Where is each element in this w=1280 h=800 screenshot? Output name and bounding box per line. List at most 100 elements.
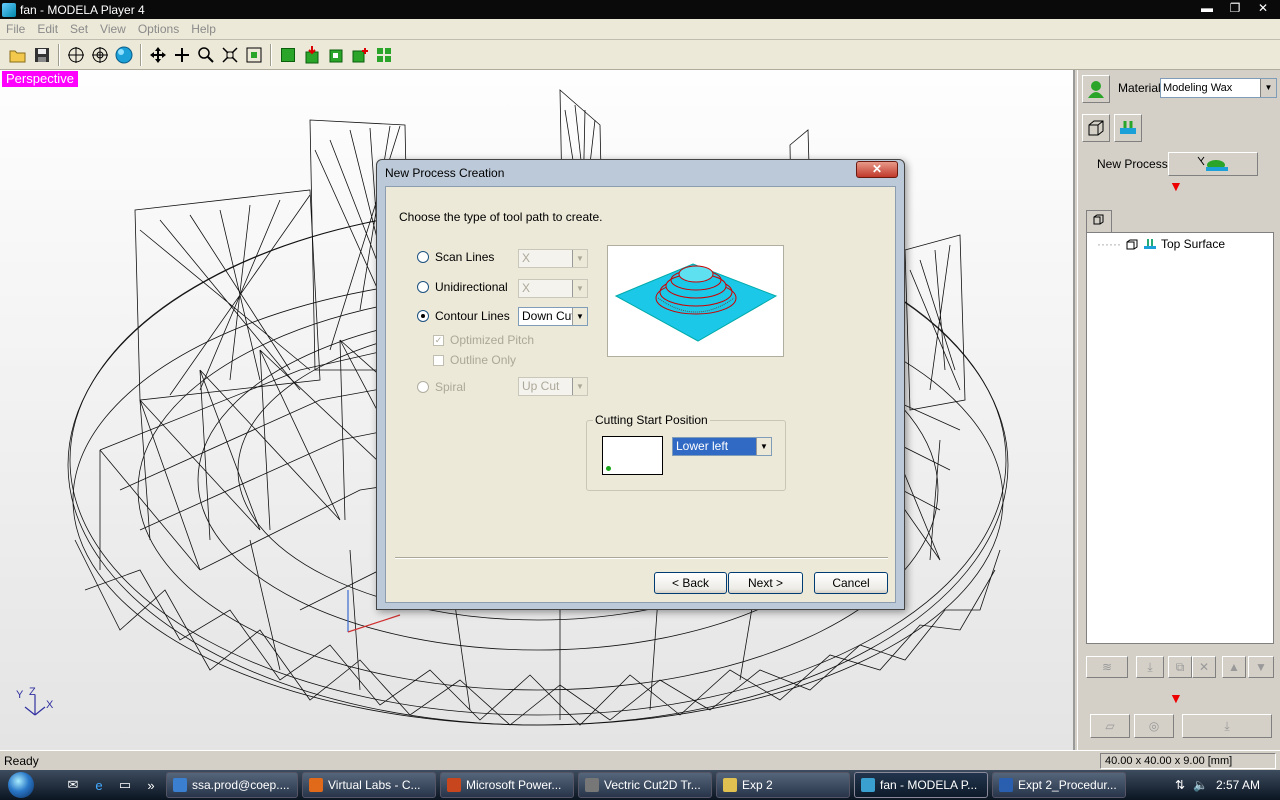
next-button[interactable]: Next > — [728, 572, 803, 594]
user-button[interactable] — [1082, 75, 1110, 103]
menu-help[interactable]: Help — [185, 22, 222, 36]
task-5[interactable]: Exp 2 — [716, 772, 850, 798]
box-small-icon — [1126, 239, 1138, 250]
zoom-fit-icon[interactable] — [219, 44, 241, 66]
task-4[interactable]: Vectric Cut2D Tr... — [578, 772, 712, 798]
cube-down-icon[interactable] — [301, 44, 323, 66]
perspective-label: Perspective — [2, 71, 78, 87]
dialog-title: New Process Creation — [385, 166, 505, 180]
contour-cut-direction-select[interactable]: Down Cut ▼ — [518, 307, 588, 326]
delete-button[interactable]: ✕ — [1192, 656, 1216, 678]
copy-button[interactable]: ⧉ — [1168, 656, 1192, 678]
status-bar: Ready 40.00 x 40.00 x 9.00 [mm] — [0, 750, 1280, 770]
ie-icon[interactable]: e — [88, 774, 110, 796]
chevron-right-icon[interactable]: » — [140, 774, 162, 796]
menu-view[interactable]: View — [94, 22, 132, 36]
minimize-button[interactable]: ▬ — [1194, 1, 1220, 17]
mail-icon[interactable]: ✉ — [62, 774, 84, 796]
toolbar — [0, 40, 1280, 70]
open-folder-icon[interactable] — [7, 44, 29, 66]
surface-icon — [1143, 239, 1156, 249]
powerpoint-icon — [447, 778, 461, 792]
close-button[interactable]: ✕ — [1250, 1, 1276, 17]
box-icon — [1088, 120, 1104, 136]
axis-z-label: Z — [29, 686, 36, 698]
menu-options[interactable]: Options — [132, 22, 185, 36]
tree-item-top-surface[interactable]: ······ Top Surface — [1097, 237, 1225, 251]
cube-add-icon[interactable] — [349, 44, 371, 66]
cube-icon[interactable] — [277, 44, 299, 66]
unidirectional-label: Unidirectional — [435, 280, 508, 294]
unidirectional-direction-select[interactable]: X ▼ — [518, 279, 588, 298]
mill-tool-icon — [1197, 156, 1228, 171]
menu-set[interactable]: Set — [64, 22, 94, 36]
system-tray: ⇅ 🔈 2:57 AM — [1150, 770, 1280, 800]
unidirectional-radio[interactable]: Unidirectional — [417, 280, 508, 294]
move-icon[interactable] — [147, 44, 169, 66]
box-small-icon — [1093, 214, 1104, 225]
contour-lines-radio[interactable]: Contour Lines — [417, 309, 510, 323]
pan-icon[interactable] — [171, 44, 193, 66]
move-up-button[interactable]: ▲ — [1222, 656, 1246, 678]
dimensions-readout: 40.00 x 40.00 x 9.00 [mm] — [1100, 753, 1276, 769]
cancel-button[interactable]: Cancel — [814, 572, 888, 594]
task-7[interactable]: Expt 2_Procedur... — [992, 772, 1126, 798]
toolbar-separator — [270, 43, 272, 66]
back-button[interactable]: < Back — [654, 572, 727, 594]
import-button[interactable]: ⤓ — [1136, 656, 1164, 678]
menu-edit[interactable]: Edit — [31, 22, 64, 36]
task-3[interactable]: Microsoft Power... — [440, 772, 574, 798]
network-icon[interactable]: ⇅ — [1175, 778, 1185, 792]
cutting-start-legend: Cutting Start Position — [593, 413, 710, 427]
optimized-pitch-label: Optimized Pitch — [450, 333, 535, 347]
checkmark-icon: ✓ — [433, 334, 444, 346]
model-view-button[interactable] — [1082, 114, 1110, 142]
grid-icon[interactable] — [373, 44, 395, 66]
target-icon[interactable] — [89, 44, 111, 66]
dialog-body: Choose the type of tool path to create. … — [385, 186, 896, 603]
menu-bar: File Edit Set View Options Help — [0, 19, 1280, 40]
simulate-button[interactable]: ◎ — [1134, 714, 1174, 738]
spiral-cut-direction-select[interactable]: Up Cut ▼ — [518, 377, 588, 396]
outline-only-checkbox[interactable]: Outline Only — [433, 353, 516, 367]
toolpath-button[interactable]: ≋ — [1086, 656, 1128, 678]
preview-button[interactable]: ▱ — [1090, 714, 1130, 738]
cube-view-icon[interactable] — [325, 44, 347, 66]
show-desktop-icon[interactable]: ▭ — [114, 774, 136, 796]
move-down-button[interactable]: ▼ — [1248, 656, 1274, 678]
clock[interactable]: 2:57 AM — [1216, 778, 1260, 792]
tree-tab[interactable] — [1086, 210, 1112, 232]
new-process-button[interactable] — [1168, 152, 1258, 176]
process-panel: Material Modeling Wax ▼ New Process ▼ ··… — [1077, 70, 1280, 750]
task-6[interactable]: fan - MODELA P... — [854, 772, 988, 798]
scan-lines-label: Scan Lines — [435, 250, 495, 264]
vectric-icon — [585, 778, 599, 792]
crosshair-icon[interactable] — [65, 44, 87, 66]
contour-lines-label: Contour Lines — [435, 309, 510, 323]
scan-lines-direction-select[interactable]: X ▼ — [518, 249, 588, 268]
start-button[interactable] — [0, 770, 42, 800]
globe-icon[interactable] — [113, 44, 135, 66]
window-title: fan - MODELA Player 4 — [20, 2, 145, 17]
material-select[interactable]: Modeling Wax ▼ — [1160, 78, 1277, 98]
dialog-close-button[interactable]: ✕ — [856, 161, 898, 178]
volume-icon[interactable]: 🔈 — [1193, 778, 1208, 792]
process-view-button[interactable] — [1114, 114, 1142, 142]
cutting-start-select[interactable]: Lower left ▼ — [672, 437, 772, 456]
toolbar-separator — [58, 43, 60, 66]
task-1[interactable]: ssa.prod@coep.... — [166, 772, 298, 798]
scan-lines-radio[interactable]: Scan Lines — [417, 250, 494, 264]
optimized-pitch-checkbox[interactable]: ✓ Optimized Pitch — [433, 333, 534, 347]
task-2[interactable]: Virtual Labs - C... — [302, 772, 436, 798]
dialog-separator — [395, 557, 888, 559]
zoom-icon[interactable] — [195, 44, 217, 66]
zoom-extents-icon[interactable] — [243, 44, 265, 66]
dropdown-arrow-icon: ▼ — [572, 250, 587, 267]
cut-button[interactable]: ⤓ — [1182, 714, 1272, 738]
radio-indicator — [417, 310, 429, 322]
menu-file[interactable]: File — [0, 22, 31, 36]
save-icon[interactable] — [31, 44, 53, 66]
spiral-radio[interactable]: Spiral — [417, 380, 466, 394]
maximize-button[interactable]: ❐ — [1222, 1, 1248, 17]
process-tree: ······ Top Surface — [1086, 232, 1274, 644]
